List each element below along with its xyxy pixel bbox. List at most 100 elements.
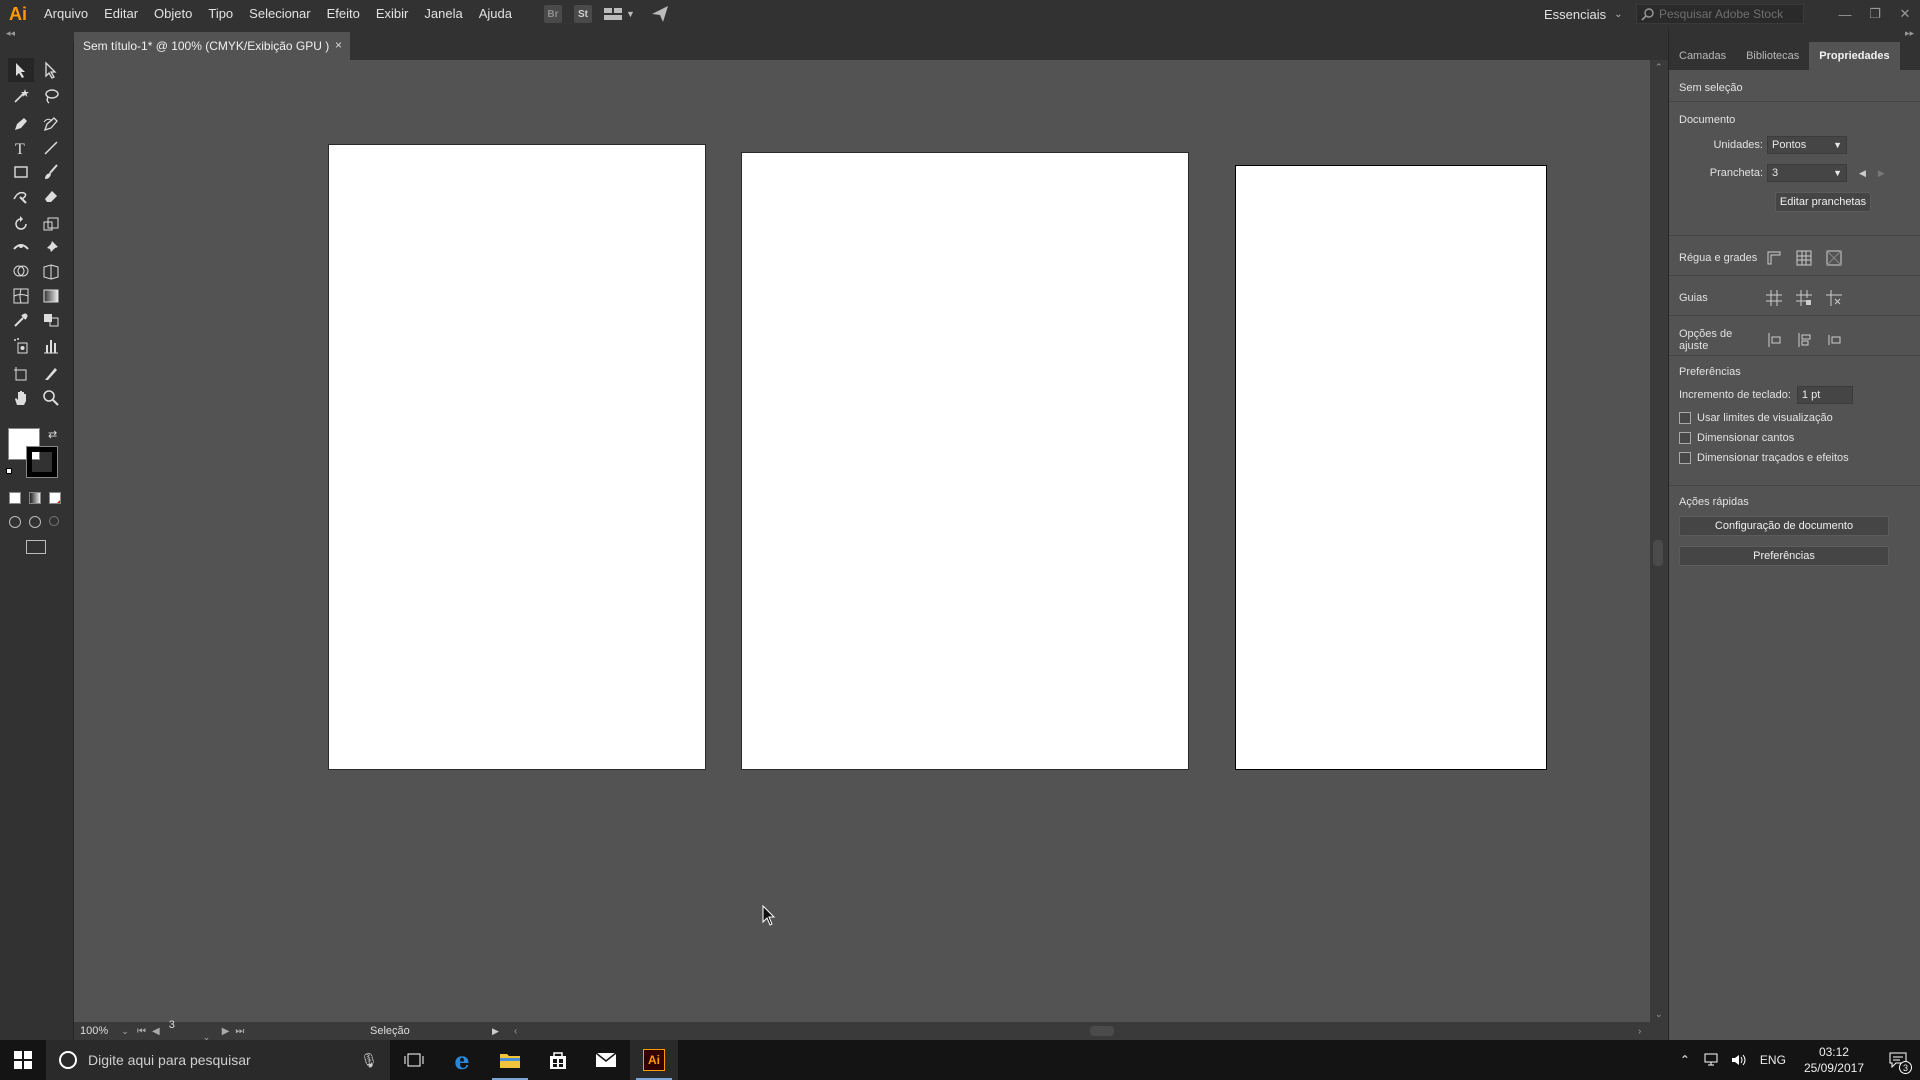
tab-bibliotecas[interactable]: Bibliotecas xyxy=(1736,42,1809,70)
menu-tipo[interactable]: Tipo xyxy=(200,0,241,28)
direct-selection-tool[interactable] xyxy=(38,58,64,82)
paintbrush-tool[interactable] xyxy=(38,160,64,184)
shaper-tool[interactable] xyxy=(8,184,34,208)
line-tool[interactable] xyxy=(38,136,64,160)
snap-to-grid-button[interactable] xyxy=(1823,330,1845,350)
previous-artboard-icon[interactable]: ◀ xyxy=(1859,168,1866,179)
rulers-button[interactable] xyxy=(1763,248,1785,268)
blend-tool[interactable] xyxy=(38,308,64,332)
send-button[interactable] xyxy=(649,3,671,25)
volume-icon[interactable] xyxy=(1730,1053,1748,1067)
next-artboard-icon[interactable]: ▶ xyxy=(1878,168,1885,179)
keyboard-increment-input[interactable]: 1 pt xyxy=(1796,386,1853,404)
arrange-documents-button[interactable] xyxy=(602,3,624,25)
draw-inside-icon[interactable] xyxy=(49,516,59,526)
taskbar-file-explorer[interactable] xyxy=(486,1040,534,1080)
units-select[interactable]: Pontos ▼ xyxy=(1767,136,1847,154)
draw-behind-icon[interactable] xyxy=(29,516,41,528)
menu-ajuda[interactable]: Ajuda xyxy=(471,0,520,28)
width-tool[interactable] xyxy=(8,236,34,260)
draw-normal-icon[interactable] xyxy=(9,516,21,528)
bridge-button[interactable]: Br xyxy=(542,3,564,25)
artboard-1[interactable] xyxy=(328,144,706,770)
action-center-button[interactable]: 3 xyxy=(1876,1040,1920,1080)
gradient-mode-icon[interactable] xyxy=(29,492,41,504)
checkbox[interactable] xyxy=(1679,432,1691,444)
taskbar-edge[interactable]: e xyxy=(438,1040,486,1080)
eraser-tool[interactable] xyxy=(38,184,64,208)
scroll-up-icon[interactable]: ⌃ xyxy=(1655,62,1663,73)
menu-exibir[interactable]: Exibir xyxy=(368,0,417,28)
menu-editar[interactable]: Editar xyxy=(96,0,146,28)
lasso-tool[interactable] xyxy=(38,84,64,108)
minimize-button[interactable]: — xyxy=(1830,0,1860,28)
smart-guides-button[interactable] xyxy=(1823,288,1845,308)
grid-button[interactable] xyxy=(1793,248,1815,268)
menu-janela[interactable]: Janela xyxy=(416,0,470,28)
mesh-tool[interactable] xyxy=(8,284,34,308)
selection-tool[interactable] xyxy=(8,58,34,82)
clock[interactable]: 03:12 25/09/2017 xyxy=(1804,1044,1864,1076)
taskbar-mail[interactable] xyxy=(582,1040,630,1080)
snap-to-pixel-button[interactable] xyxy=(1793,330,1815,350)
edit-artboards-button[interactable]: Editar pranchetas xyxy=(1775,192,1871,212)
none-mode-icon[interactable] xyxy=(49,492,61,504)
network-icon[interactable] xyxy=(1702,1053,1720,1067)
menu-objeto[interactable]: Objeto xyxy=(146,0,200,28)
transparency-grid-button[interactable] xyxy=(1823,248,1845,268)
magic-wand-tool[interactable] xyxy=(8,84,34,108)
menu-efeito[interactable]: Efeito xyxy=(319,0,368,28)
horizontal-scroll-thumb[interactable] xyxy=(1090,1026,1114,1036)
screen-mode-icon[interactable] xyxy=(26,540,46,554)
artboard-tool[interactable] xyxy=(8,362,34,386)
status-menu-icon[interactable]: ▶ xyxy=(492,1026,499,1037)
scroll-right-icon[interactable]: › xyxy=(1638,1026,1641,1037)
status-mode[interactable]: Seleção xyxy=(370,1025,410,1037)
illustrator-logo[interactable]: Ai xyxy=(0,0,36,28)
vertical-scrollbar[interactable]: ⌃ ⌄ xyxy=(1650,60,1668,1022)
taskbar-store[interactable] xyxy=(534,1040,582,1080)
artboard-2[interactable] xyxy=(741,152,1189,770)
artboard-select[interactable]: 3 ▼ xyxy=(1767,164,1847,182)
column-graph-tool[interactable] xyxy=(38,334,64,358)
scale-tool[interactable] xyxy=(38,212,64,236)
rotate-tool[interactable] xyxy=(8,212,34,236)
tab-propriedades[interactable]: Propriedades xyxy=(1809,42,1900,70)
panel-collapse-strip[interactable]: ▸▸ xyxy=(1669,28,1920,42)
toolbar-collapse-strip[interactable]: ◂◂ xyxy=(0,28,74,42)
artboard-3[interactable] xyxy=(1235,165,1547,770)
snap-to-point-button[interactable] xyxy=(1763,330,1785,350)
microphone-icon[interactable]: 🎙 xyxy=(360,1052,378,1069)
stroke-color-swatch[interactable] xyxy=(26,446,58,478)
previous-artboard-icon[interactable]: ◀ xyxy=(152,1026,160,1037)
swap-fill-stroke-icon[interactable]: ⇄ xyxy=(48,428,57,441)
menu-arquivo[interactable]: Arquivo xyxy=(36,0,96,28)
checkbox-scale-corners[interactable]: Dimensionar cantos xyxy=(1679,432,1910,444)
pen-tool[interactable] xyxy=(8,112,34,136)
type-tool[interactable]: T xyxy=(8,136,34,160)
shape-builder-tool[interactable] xyxy=(8,260,34,284)
eyedropper-tool[interactable] xyxy=(8,308,34,332)
perspective-grid-tool[interactable] xyxy=(38,260,64,284)
document-tab[interactable]: Sem título-1* @ 100% (CMYK/Exibição GPU … xyxy=(74,32,350,60)
start-button[interactable] xyxy=(0,1040,46,1080)
close-tab-icon[interactable]: × xyxy=(335,38,342,52)
document-setup-button[interactable]: Configuração de documento xyxy=(1679,516,1889,536)
stock-button[interactable]: St xyxy=(572,3,594,25)
canvas-area[interactable] xyxy=(74,60,1650,1022)
checkbox-use-preview-bounds[interactable]: Usar limites de visualização xyxy=(1679,412,1910,424)
hand-tool[interactable] xyxy=(8,386,34,410)
symbol-sprayer-tool[interactable] xyxy=(8,334,34,358)
show-hidden-icons-icon[interactable]: ⌃ xyxy=(1680,1053,1690,1067)
tab-camadas[interactable]: Camadas xyxy=(1669,42,1736,70)
taskbar-illustrator[interactable]: Ai xyxy=(630,1040,678,1080)
task-view-button[interactable] xyxy=(390,1040,438,1080)
vertical-scroll-thumb[interactable] xyxy=(1653,540,1663,566)
language-indicator[interactable]: ENG xyxy=(1760,1053,1786,1067)
first-artboard-icon[interactable]: ⏮ xyxy=(137,1026,146,1037)
default-colors-icon[interactable] xyxy=(6,468,16,478)
taskbar-search-box[interactable]: Digite aqui para pesquisar 🎙 xyxy=(46,1040,390,1080)
zoom-level[interactable]: 100% ⌄ xyxy=(74,1025,134,1037)
scroll-left-icon[interactable]: ‹ xyxy=(514,1026,517,1037)
stock-search-input[interactable]: Pesquisar Adobe Stock xyxy=(1636,4,1804,24)
